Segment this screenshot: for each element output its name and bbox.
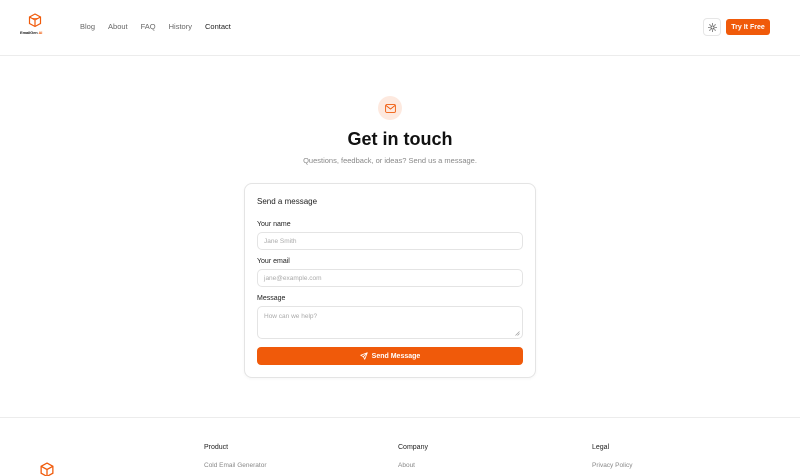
send-message-button[interactable]: Send Message — [257, 347, 523, 365]
nav-item-blog[interactable]: Blog — [80, 22, 95, 32]
nav-item-history[interactable]: History — [169, 22, 192, 32]
name-input[interactable]: Jane Smith — [257, 232, 523, 250]
footer-link-about[interactable]: About — [398, 462, 415, 469]
page-title: Get in touch — [347, 129, 453, 149]
brand-name: EmailGen AI — [20, 30, 43, 35]
nav-item-contact[interactable]: Contact — [205, 22, 231, 32]
nav-item-about[interactable]: About — [108, 22, 128, 32]
brand-logo[interactable]: EmailGen AI — [20, 13, 52, 37]
footer-product-title: Product — [204, 444, 229, 451]
try-it-free-button[interactable]: Try It Free — [726, 19, 770, 35]
message-label: Message — [257, 295, 286, 302]
name-label: Your name — [257, 221, 291, 228]
footer-company-title: Company — [398, 444, 428, 451]
footer-link-cold-email-generator[interactable]: Cold Email Generator — [204, 462, 267, 469]
form-title: Send a message — [257, 197, 318, 206]
message-placeholder: How can we help? — [264, 313, 318, 320]
message-textarea[interactable]: How can we help? — [257, 306, 523, 339]
send-icon — [359, 352, 368, 360]
resize-grip-icon[interactable] — [515, 331, 520, 336]
footer-logo-icon[interactable] — [37, 462, 57, 476]
hero-mail-badge — [378, 96, 402, 120]
footer-link-privacy-policy[interactable]: Privacy Policy — [592, 462, 632, 469]
email-label: Your email — [257, 258, 290, 265]
site-header: EmailGen AI Blog About FAQ History Conta… — [0, 0, 800, 56]
sun-icon — [707, 22, 717, 32]
footer-legal-title: Legal — [592, 444, 610, 451]
nav-item-faq[interactable]: FAQ — [141, 22, 156, 32]
page-subtitle: Questions, feedback, or ideas? Send us a… — [303, 156, 477, 165]
logo-icon — [28, 13, 42, 28]
site-footer: Product Cold Email Generator Company Abo… — [0, 417, 800, 476]
mail-icon — [384, 103, 396, 113]
send-message-label: Send Message — [371, 352, 421, 360]
contact-form-card: Send a message Your name Jane Smith Your… — [244, 183, 536, 378]
main-nav: Blog About FAQ History Contact — [80, 22, 244, 32]
email-input[interactable]: jane@example.com — [257, 269, 523, 287]
theme-toggle-button[interactable] — [703, 18, 721, 36]
